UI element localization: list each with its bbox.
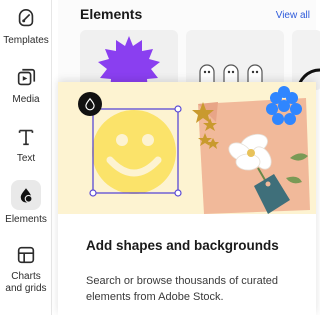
sidebar-item-elements[interactable]: Elements (0, 180, 52, 226)
promo-card: Add shapes and backgrounds Search or bro… (58, 82, 316, 315)
view-all-link[interactable]: View all (276, 10, 310, 21)
ghosts-graphic (199, 64, 263, 88)
element-thumbnail[interactable] (186, 30, 284, 90)
templates-icon (18, 9, 34, 27)
sidebar-item-media[interactable]: Media (0, 67, 52, 106)
promo-title: Add shapes and backgrounds (86, 238, 279, 253)
element-thumbnail[interactable] (292, 30, 320, 90)
elements-badge-icon (78, 92, 102, 116)
elements-icon (20, 188, 33, 203)
sidebar-item-label: Media (12, 94, 40, 105)
charts-grids-icon (17, 246, 35, 264)
left-rail: Templates Media Text Elements Charts and… (0, 0, 52, 315)
sidebar-item-label: Text (16, 153, 36, 164)
text-icon (18, 129, 34, 146)
purple-burst-shape (98, 36, 160, 90)
panel-title: Elements (80, 6, 143, 22)
sidebar-item-label: Charts and grids (5, 271, 47, 294)
elements-icon (85, 97, 95, 111)
sidebar-item-label: Elements (5, 214, 47, 225)
sidebar-item-templates[interactable]: Templates (0, 8, 52, 47)
sidebar-item-text[interactable]: Text (0, 126, 52, 165)
promo-description: Search or browse thousands of curated el… (86, 275, 279, 303)
sidebar-item-charts-grids[interactable]: Charts and grids (0, 244, 52, 295)
elements-icon-highlight (11, 180, 41, 210)
element-thumbnail[interactable] (80, 30, 178, 90)
ring-shape (296, 68, 320, 90)
sidebar-item-label: Templates (3, 35, 49, 46)
media-icon (17, 68, 36, 86)
